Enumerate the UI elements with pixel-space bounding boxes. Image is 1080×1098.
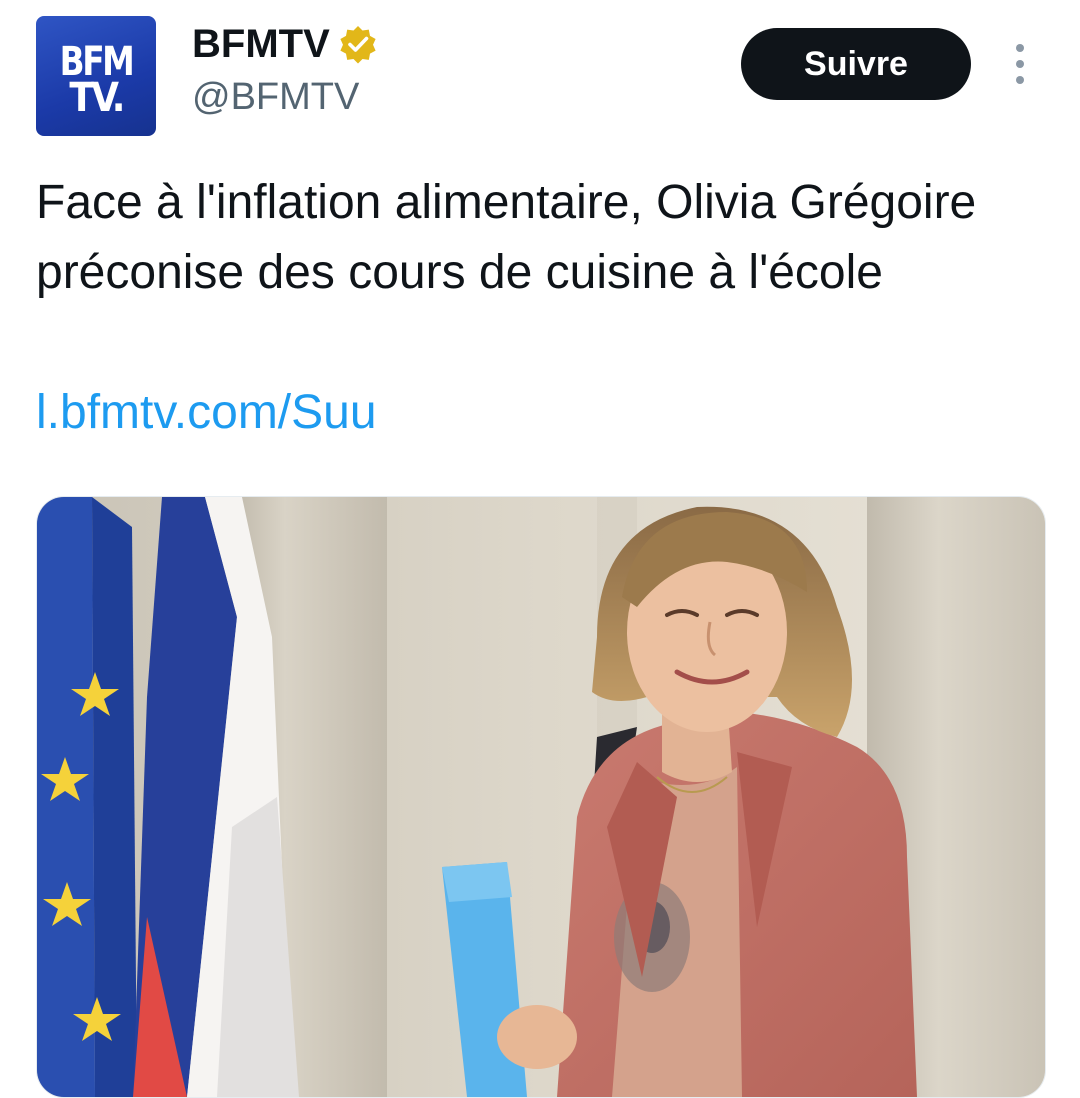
author-handle[interactable]: @BFMTV [192, 78, 359, 116]
more-vertical-icon[interactable] [1008, 42, 1032, 86]
tweet: BFM TV. BFMTV @BFMTV Suivre Face à l'inf… [0, 0, 1080, 1098]
avatar-logo-line-2: TV. [69, 75, 125, 121]
avatar[interactable]: BFM TV. [36, 16, 156, 136]
follow-button[interactable]: Suivre [741, 28, 971, 100]
tweet-link[interactable]: l.bfmtv.com/Suu [36, 378, 377, 448]
author-name-row[interactable]: BFMTV [192, 22, 378, 66]
verified-badge-icon [340, 26, 376, 64]
display-name[interactable]: BFMTV [192, 24, 330, 64]
tweet-text: Face à l'inflation alimentaire, Olivia G… [36, 176, 977, 299]
tweet-media-photo[interactable] [36, 496, 1046, 1098]
photo-illustration [37, 497, 1045, 1097]
